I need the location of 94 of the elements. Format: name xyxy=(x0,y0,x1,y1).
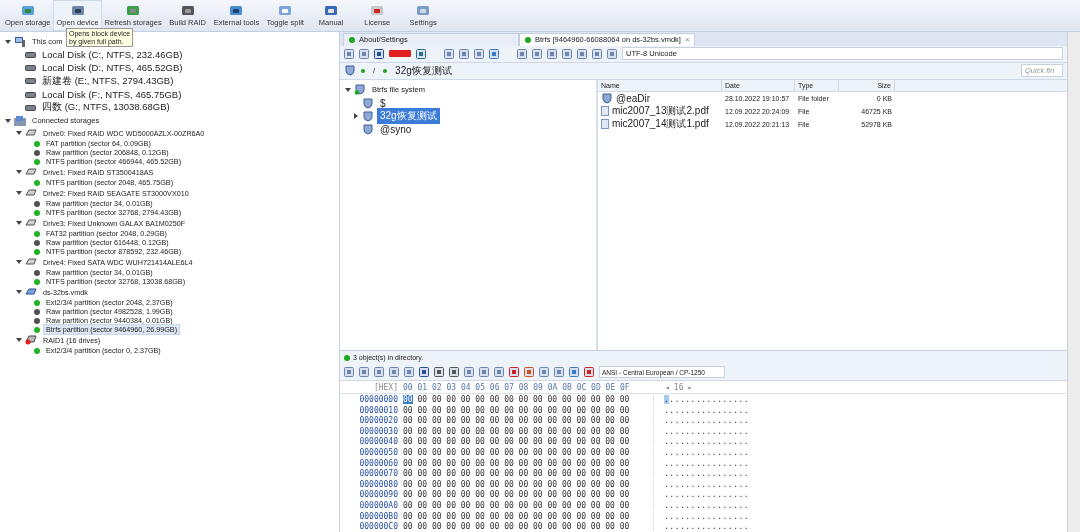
hex-offset: 00000090 xyxy=(358,490,399,500)
ascii-text: ................ xyxy=(663,395,750,405)
tree-item[interactable]: Local Disk (C:, NTFS, 232.46GB) xyxy=(39,48,186,62)
hex-bytes: 00 00 00 00 00 00 00 00 00 00 00 00 00 00 00 00 xyxy=(401,448,654,458)
ascii-text: ................ xyxy=(663,458,750,468)
column-header: 07 xyxy=(504,382,515,392)
hex-bytes: 00 00 00 00 00 00 00 00 00 00 00 00 00 00 00 00 xyxy=(401,501,654,510)
expand-arrow-icon[interactable] xyxy=(352,112,359,120)
column-header: 04 xyxy=(460,382,472,392)
tree-item[interactable]: 32g恢复测试 xyxy=(377,108,440,125)
close-button[interactable]: × xyxy=(684,35,690,45)
volume-icon xyxy=(362,123,374,135)
hex-offset: 00000020 xyxy=(358,416,399,426)
computer-icon xyxy=(14,36,26,47)
expand-arrow-icon[interactable] xyxy=(15,190,22,197)
hex-bytes: 00 00 00 00 00 00 00 00 00 00 00 00 00 00 00 00 xyxy=(401,405,654,415)
hex-bytes: 00 00 00 00 00 00 00 00 00 00 00 00 00 00 00 00 xyxy=(401,458,654,468)
bytes-per-row: 16 xyxy=(673,382,684,392)
hex-bytes: 00 00 00 00 00 00 00 00 00 00 00 00 00 00 00 00 xyxy=(401,416,654,426)
storage-icon xyxy=(14,116,26,126)
hex-bytes: 00 00 00 00 00 00 00 00 00 00 00 00 00 00 00 00 xyxy=(401,469,654,479)
expand-arrow-icon[interactable] xyxy=(15,220,22,227)
ascii-text: ................ xyxy=(663,469,750,479)
file-name[interactable]: mic2007_13测试2.pdf xyxy=(612,104,709,119)
tree-item[interactable]: Local Disk (D:, NTFS, 465.52GB) xyxy=(39,61,186,75)
tree-item[interactable]: 四数 (G:, NTFS, 13038.68GB) xyxy=(39,100,173,116)
column-header: 02 xyxy=(431,382,443,392)
ascii-text: ................ xyxy=(663,490,750,500)
ascii-text: ................ xyxy=(663,437,750,447)
column-header: 0B xyxy=(562,382,573,392)
hex-offset: 000000B0 xyxy=(358,511,399,521)
ascii-text: ................ xyxy=(663,405,750,415)
file-name[interactable]: @eaDir xyxy=(616,92,651,104)
expand-arrow-icon[interactable] xyxy=(4,38,11,45)
column-header: 0A xyxy=(547,382,559,392)
column-header: 09 xyxy=(533,382,544,392)
hex-offset: 000000A0 xyxy=(358,501,399,510)
ascii-text: ................ xyxy=(663,426,750,436)
hex-offset: 00000080 xyxy=(358,479,399,489)
tree-item[interactable]: @syno xyxy=(377,122,415,136)
file-name[interactable]: mic2007_14测试1.pdf xyxy=(612,117,709,132)
hex-bytes: 00 00 00 00 00 00 00 00 00 00 00 00 00 00 00 00 xyxy=(401,479,654,489)
hex-bytes: 00 00 00 00 00 00 00 00 00 00 00 00 00 00 00 00 xyxy=(401,522,654,532)
column-header: 0C xyxy=(576,382,588,392)
file-icon xyxy=(601,119,609,130)
hex-offset: 000000C0 xyxy=(358,522,399,532)
volume-icon xyxy=(601,92,613,104)
hex-label: [HEX] xyxy=(372,382,399,392)
expand-arrow-icon[interactable] xyxy=(15,259,22,266)
column-header: 00 xyxy=(403,382,414,392)
hex-bytes: 00 00 00 00 00 00 00 00 00 00 00 00 00 00 00 00 xyxy=(401,437,654,447)
tree-item[interactable]: 新建卷 (E:, NTFS, 2794.43GB) xyxy=(39,73,177,89)
hex-bytes: 00 00 00 00 00 00 00 00 00 00 00 00 00 00 00 00 xyxy=(401,511,654,521)
ascii-text: ................ xyxy=(663,522,750,532)
volume-icon xyxy=(344,65,356,77)
ascii-text: ................ xyxy=(663,479,750,489)
hex-offset: 00000030 xyxy=(358,426,399,436)
hex-offset: 00000060 xyxy=(358,458,399,468)
volume-icon xyxy=(362,110,374,122)
previous-button[interactable]: ◂ xyxy=(665,382,670,392)
column-header: 01 xyxy=(417,382,429,392)
column-header: 0E xyxy=(605,382,617,392)
hex-bytes: 00 00 00 00 00 00 00 00 00 00 00 00 00 00 00 00 xyxy=(401,490,654,500)
tree-item[interactable]: $ xyxy=(377,96,389,110)
hex-offset: 00000040 xyxy=(358,437,399,447)
ascii-text: ................ xyxy=(663,448,750,458)
ascii-text: ................ xyxy=(663,501,750,510)
column-header: 05 xyxy=(475,382,486,392)
expand-arrow-icon[interactable] xyxy=(344,86,351,94)
file-icon xyxy=(601,106,609,117)
expand-arrow-icon[interactable] xyxy=(15,130,22,137)
tree-item[interactable]: Local Disk (F:, NTFS, 465.75GB) xyxy=(39,88,185,102)
hex-bytes: 00 00 00 00 00 00 00 00 00 00 00 00 00 00 00 00 xyxy=(401,395,654,405)
volume-icon xyxy=(354,84,366,96)
column-header: 0F xyxy=(620,382,630,392)
hex-offset: 00000050 xyxy=(358,448,399,458)
next-button[interactable]: ▸ xyxy=(687,382,693,392)
hex-offset: 00000070 xyxy=(358,469,399,479)
ascii-text: ................ xyxy=(663,511,750,521)
column-header: 0D xyxy=(591,382,602,392)
expand-arrow-icon[interactable] xyxy=(15,289,22,296)
column-header: 03 xyxy=(446,382,458,392)
path-segment[interactable]: 32g恢复测试 xyxy=(392,62,455,79)
expand-arrow-icon[interactable] xyxy=(15,337,22,344)
hex-offset: 00000000 xyxy=(358,395,399,405)
hex-bytes: 00 00 00 00 00 00 00 00 00 00 00 00 00 00 00 00 xyxy=(401,426,654,436)
expand-arrow-icon[interactable] xyxy=(15,169,22,176)
column-header: 06 xyxy=(489,382,501,392)
volume-icon xyxy=(362,97,374,109)
hex-offset: 00000010 xyxy=(358,405,399,415)
ascii-text: ................ xyxy=(663,416,750,426)
column-header: 08 xyxy=(518,382,530,392)
scrollbar[interactable] xyxy=(1067,32,1080,532)
expand-arrow-icon[interactable] xyxy=(4,117,11,125)
